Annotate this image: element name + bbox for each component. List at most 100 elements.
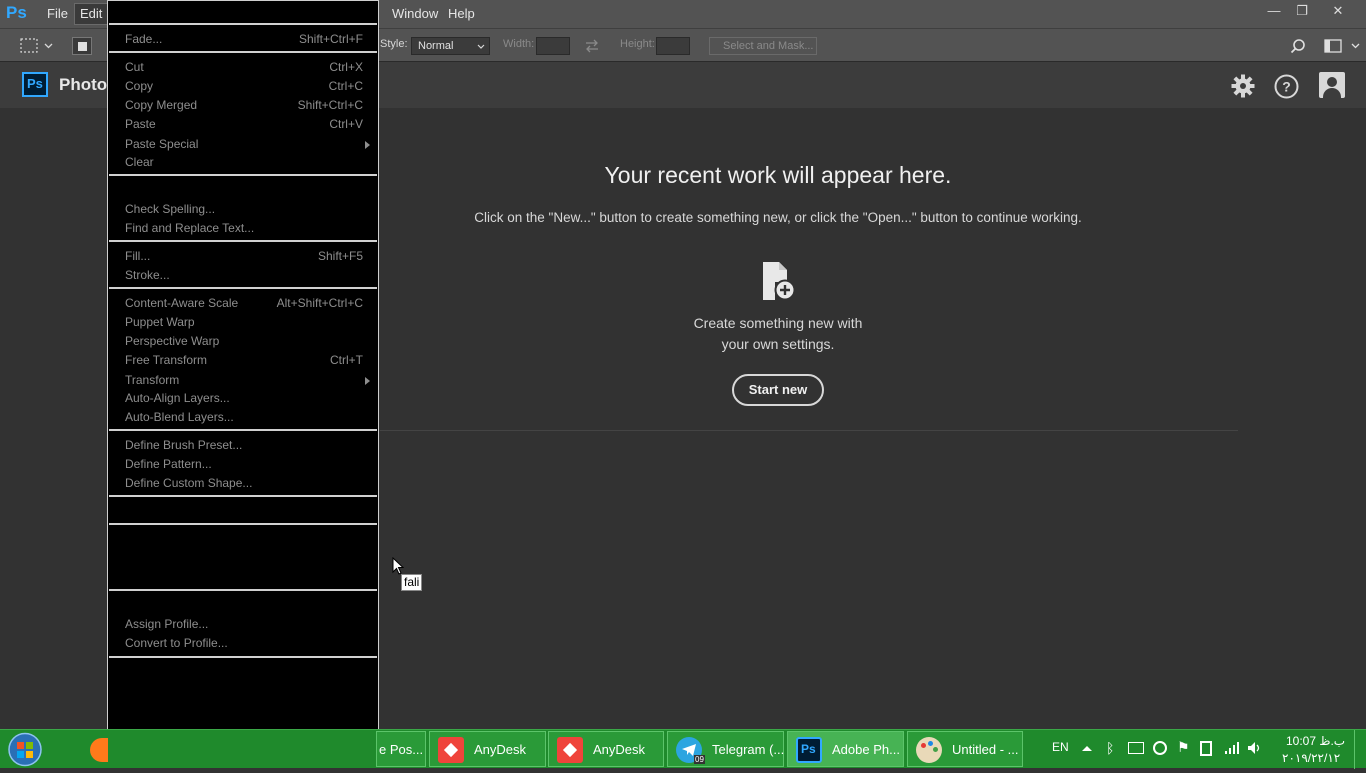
firefox-icon[interactable] [90,738,108,762]
update-tray-icon[interactable] [1153,741,1167,755]
menu-item-fill[interactable]: Fill... Shift+F5 [125,247,363,266]
language-indicator[interactable]: EN [1052,740,1069,754]
menu-separator [109,240,377,242]
menu-item-assign-profile[interactable]: Assign Profile... [125,615,363,634]
recent-work-headline: Your recent work will appear here. [604,162,952,188]
menu-item-content-aware-scale[interactable]: Content-Aware Scale Alt+Shift+Ctrl+C [125,294,363,313]
start-new-button[interactable]: Start new [732,374,824,406]
start-new-label: Start new [748,382,808,397]
bluetooth-icon[interactable]: ᛒ [1106,740,1114,756]
select-and-mask-button[interactable]: Select and Mask... [709,37,817,55]
menu-item-define-brush[interactable]: Define Brush Preset... [125,436,363,455]
menu-item-paste[interactable]: Paste Ctrl+V [125,115,363,134]
menu-item-paste-special[interactable]: Paste Special [125,135,363,154]
menu-separator [109,656,377,658]
ps-logo-icon: Ps [22,72,48,97]
anydesk-icon [438,737,464,763]
show-hidden-icons-icon[interactable] [1082,745,1092,752]
menu-item-clear[interactable]: Clear [125,153,363,172]
marquee-tool-icon[interactable] [20,38,40,54]
menu-separator [109,523,377,525]
signal-icon[interactable] [1224,741,1240,755]
restore-button[interactable]: ❐ [1285,0,1319,22]
menu-help[interactable]: Help [448,0,475,28]
clock-time[interactable]: 10:07 ب.ظ [1286,734,1345,748]
svg-text:?: ? [1282,79,1291,95]
menu-item-auto-align[interactable]: Auto-Align Layers... [125,389,363,408]
telegram-badge: 09 [694,755,705,764]
taskbar-btn-anydesk-2[interactable]: AnyDesk [548,731,664,767]
recent-work-subtext: Click on the "New..." button to create s… [474,210,1082,225]
menu-item-perspective-warp[interactable]: Perspective Warp [125,332,363,351]
show-desktop-button[interactable] [1354,730,1366,769]
menu-item-define-pattern[interactable]: Define Pattern... [125,455,363,474]
menu-item-define-custom-shape[interactable]: Define Custom Shape... [125,474,363,493]
power-tray-icon[interactable] [1200,741,1212,756]
style-select-value: Normal [418,40,454,52]
divider [380,430,1238,431]
taskbar: e Pos... AnyDesk AnyDesk 09 Telegram (..… [0,729,1366,769]
volume-icon[interactable] [1247,741,1263,755]
paint-palette-icon [916,737,942,763]
menu-item-transform[interactable]: Transform [125,371,363,390]
workspace-icon[interactable] [1324,39,1342,53]
select-and-mask-label: Select and Mask... [723,40,814,52]
gear-icon[interactable] [1231,74,1255,98]
photoshop-icon: Ps [796,737,822,763]
taskbar-btn-anydesk-1[interactable]: AnyDesk [429,731,546,767]
style-select[interactable]: Normal [411,37,490,55]
clock-date[interactable]: ۲۰۱۹/۲۲/۱۲ [1282,751,1340,765]
menu-item-cut[interactable]: Cut Ctrl+X [125,58,363,77]
menu-item-fade[interactable]: Fade... Shift+Ctrl+F [125,30,363,49]
menu-window[interactable]: Window [392,0,438,28]
menu-item-free-transform[interactable]: Free Transform Ctrl+T [125,351,363,370]
menu-item-copy[interactable]: Copy Ctrl+C [125,77,363,96]
windows-logo-icon [8,732,42,767]
avatar[interactable] [1319,72,1345,98]
menu-file[interactable]: File [47,0,68,28]
create-new-line1: Create something new with [693,315,863,331]
submenu-arrow-icon [365,141,370,149]
edit-menu: Fade... Shift+Ctrl+F Cut Ctrl+X Copy Ctrl+C… [107,0,379,754]
width-label: Width: [503,38,535,50]
tooltip: fali [401,574,423,591]
help-icon[interactable]: ? [1274,74,1299,99]
photoshop-logo: Ps [6,3,27,22]
network-tray-icon[interactable] [1128,742,1144,754]
menu-separator [109,429,377,431]
new-selection-icon[interactable] [72,37,92,55]
taskbar-btn-pos[interactable]: e Pos... [376,731,426,767]
flag-icon[interactable]: ⚑ [1177,739,1190,756]
style-label: Style: [380,38,408,50]
menu-item-puppet-warp[interactable]: Puppet Warp [125,313,363,332]
menu-separator [109,23,377,25]
submenu-arrow-icon [365,377,370,385]
search-icon[interactable] [1290,38,1307,55]
anydesk-icon [557,737,583,763]
taskbar-btn-telegram[interactable]: 09 Telegram (... [667,731,784,767]
menu-item-check-spelling[interactable]: Check Spelling... [125,200,363,219]
width-input[interactable] [536,37,570,55]
taskbar-btn-paint[interactable]: Untitled - ... [907,731,1023,767]
swap-icon[interactable] [584,39,600,53]
menu-item-auto-blend[interactable]: Auto-Blend Layers... [125,408,363,427]
menu-item-find-replace[interactable]: Find and Replace Text... [125,219,363,238]
mouse-cursor-icon [392,557,404,575]
close-button[interactable]: ✕ [1321,0,1355,22]
new-document-icon[interactable] [761,260,797,302]
height-input[interactable] [656,37,690,55]
menu-edit[interactable]: Edit [74,3,109,25]
menu-item-stroke[interactable]: Stroke... [125,266,363,285]
taskbar-btn-photoshop[interactable]: Ps Adobe Ph... [787,731,904,767]
create-new-line2: your own settings. [721,336,835,352]
menu-separator [109,589,377,591]
chevron-down-icon[interactable] [1351,43,1360,49]
menu-item-copy-merged[interactable]: Copy Merged Shift+Ctrl+C [125,96,363,115]
start-button[interactable] [5,731,45,768]
chevron-down-icon [477,44,485,49]
menu-separator [109,287,377,289]
menu-item-convert-profile[interactable]: Convert to Profile... [125,634,363,653]
chevron-down-icon[interactable] [44,43,53,49]
menu-separator [109,495,377,497]
home-title: Photo [59,75,108,94]
